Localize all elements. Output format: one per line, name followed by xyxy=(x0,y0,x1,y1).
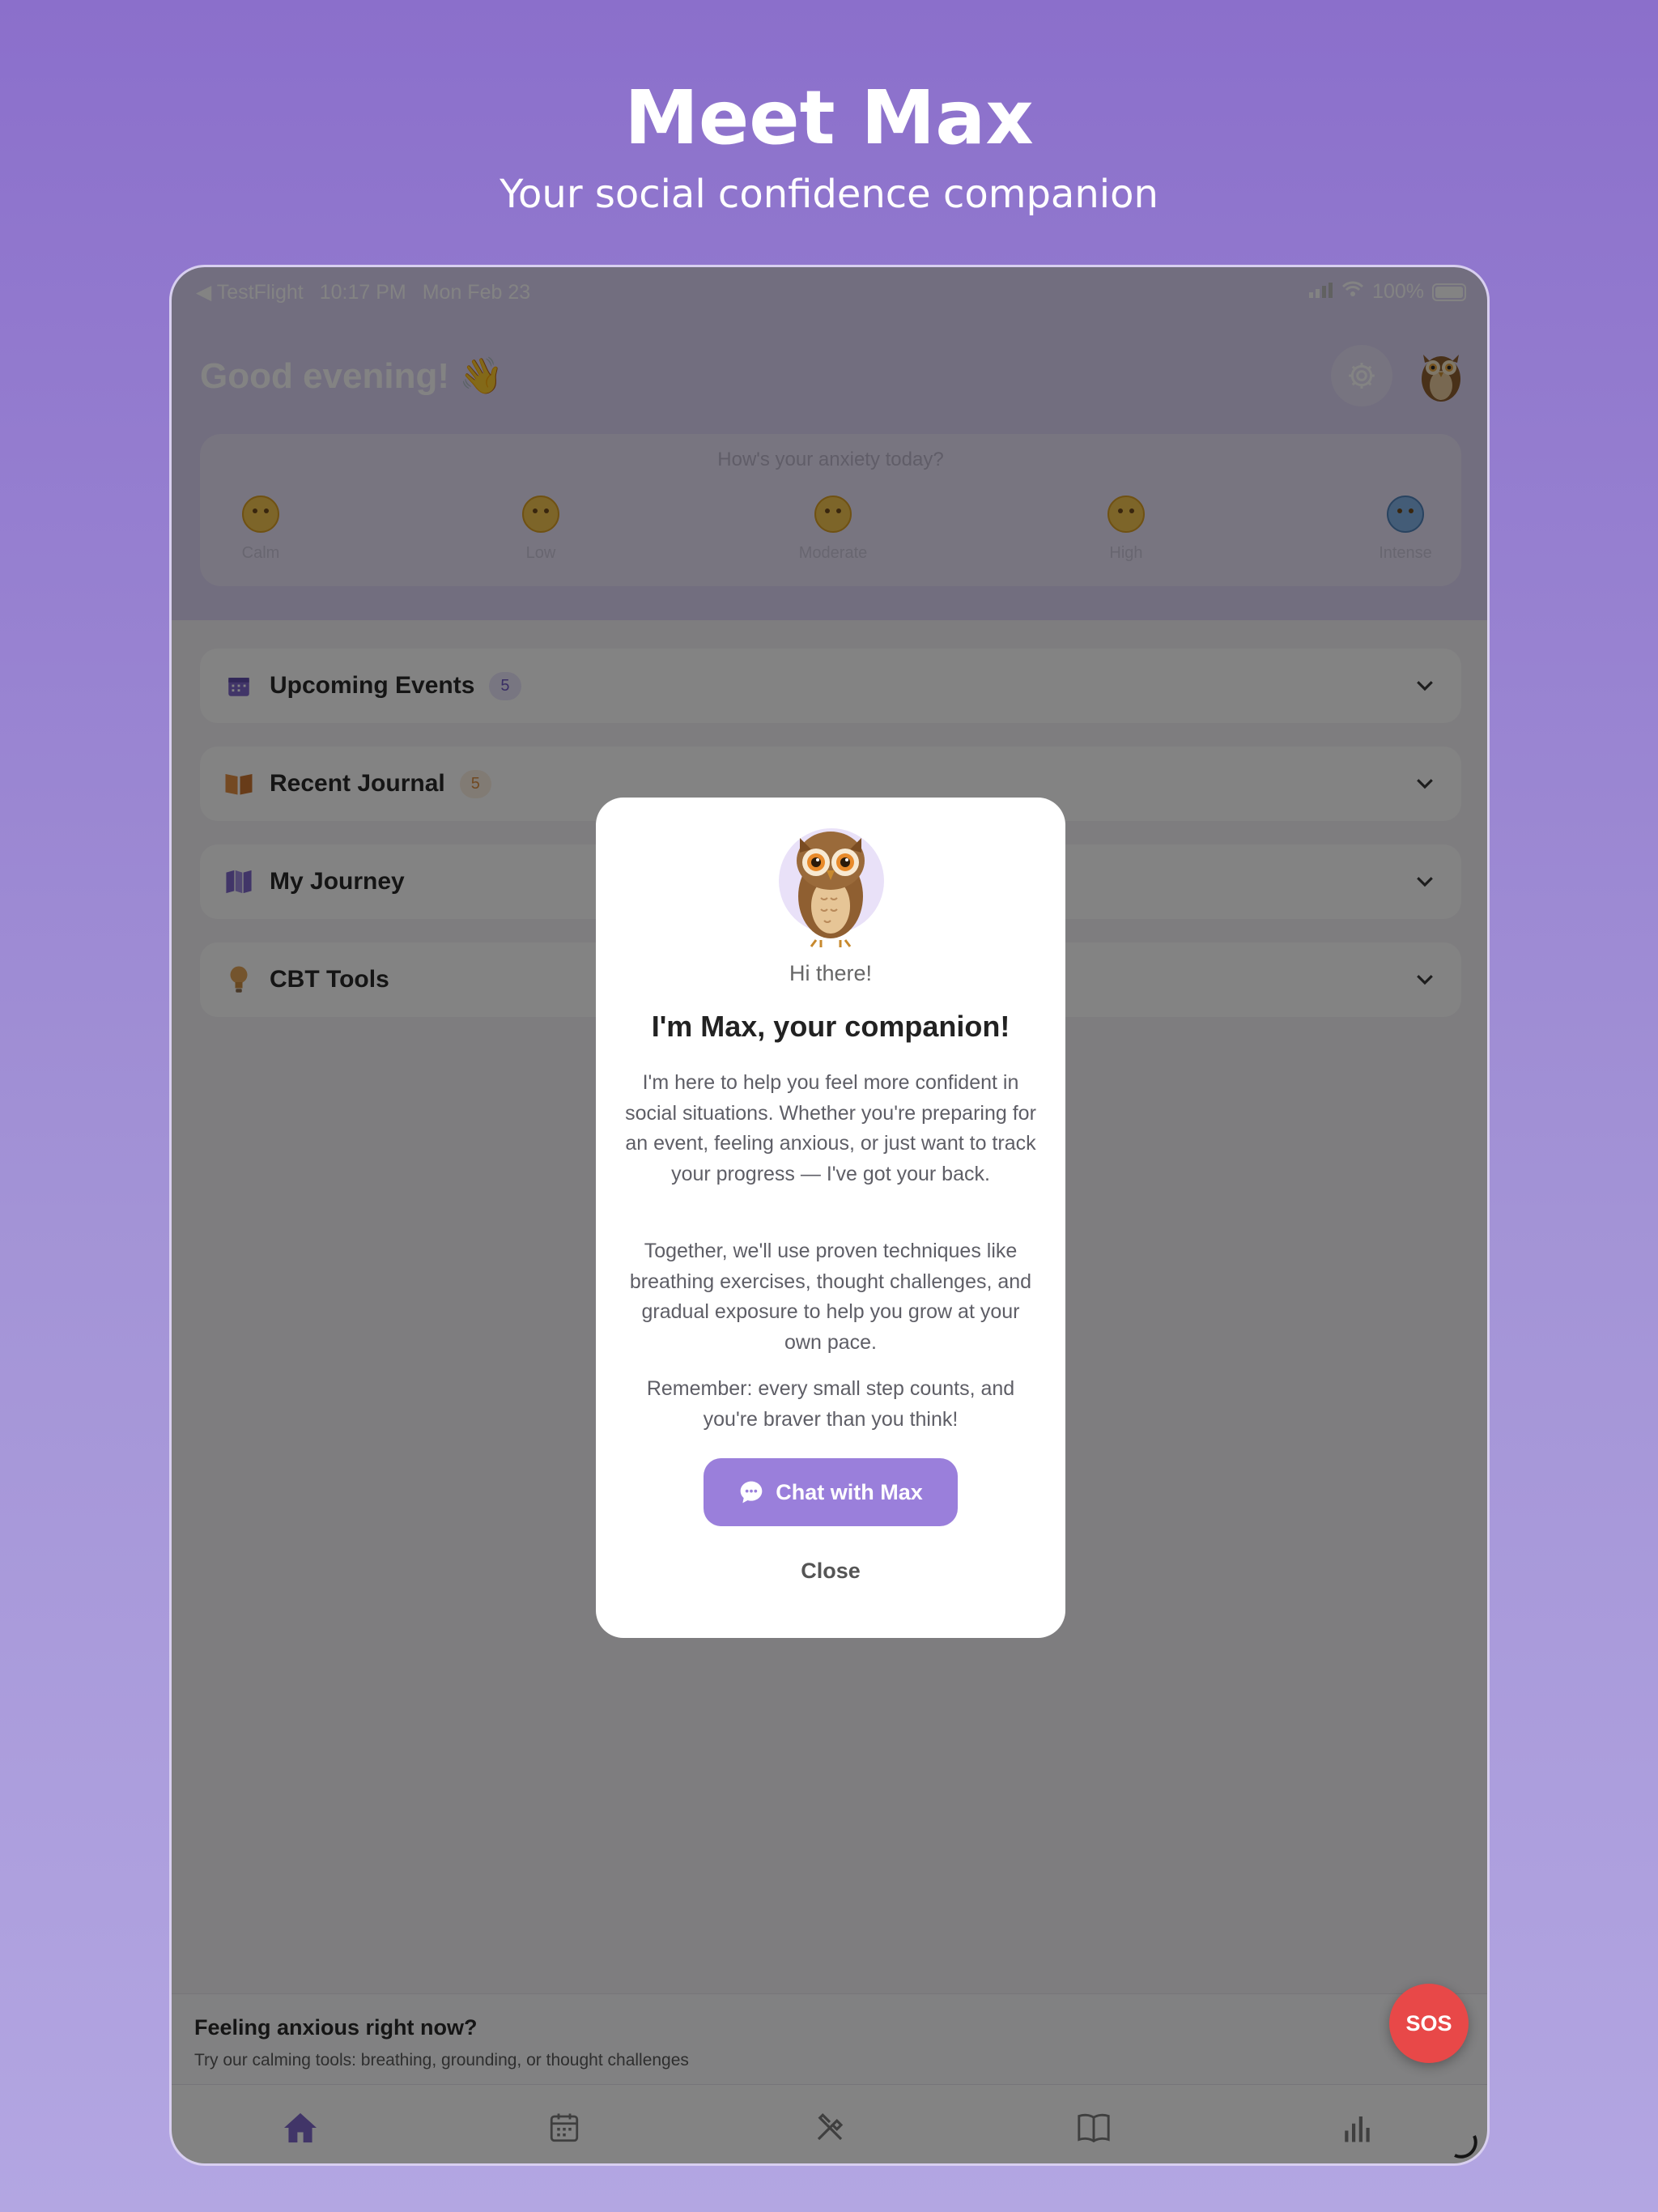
chat-bubble-icon xyxy=(740,1481,763,1504)
owl-icon xyxy=(797,832,865,947)
max-owl-avatar xyxy=(776,822,886,947)
device-frame: ◀ TestFlight 10:17 PM Mon Feb 23 100% Go… xyxy=(169,265,1490,2166)
sos-button[interactable]: SOS xyxy=(1389,1984,1469,2063)
modal-paragraph: Together, we'll use proven techniques li… xyxy=(629,1240,1032,1354)
chat-button-label: Chat with Max xyxy=(776,1479,923,1504)
close-button[interactable]: Close xyxy=(596,1559,1065,1584)
modal-greeting: Hi there! xyxy=(789,961,873,985)
meet-max-modal: Hi there! I'm Max, your companion! I'm h… xyxy=(596,798,1065,1638)
modal-paragraph: I'm here to help you feel more confident… xyxy=(625,1071,1036,1185)
hero-subtitle: Your social confidence companion xyxy=(500,172,1158,217)
chat-with-max-button[interactable]: Chat with Max xyxy=(704,1458,958,1526)
modal-title: I'm Max, your companion! xyxy=(651,1010,1010,1043)
modal-paragraph: Remember: every small step counts, and y… xyxy=(646,1377,1015,1431)
hero-title: Meet Max xyxy=(624,74,1034,161)
